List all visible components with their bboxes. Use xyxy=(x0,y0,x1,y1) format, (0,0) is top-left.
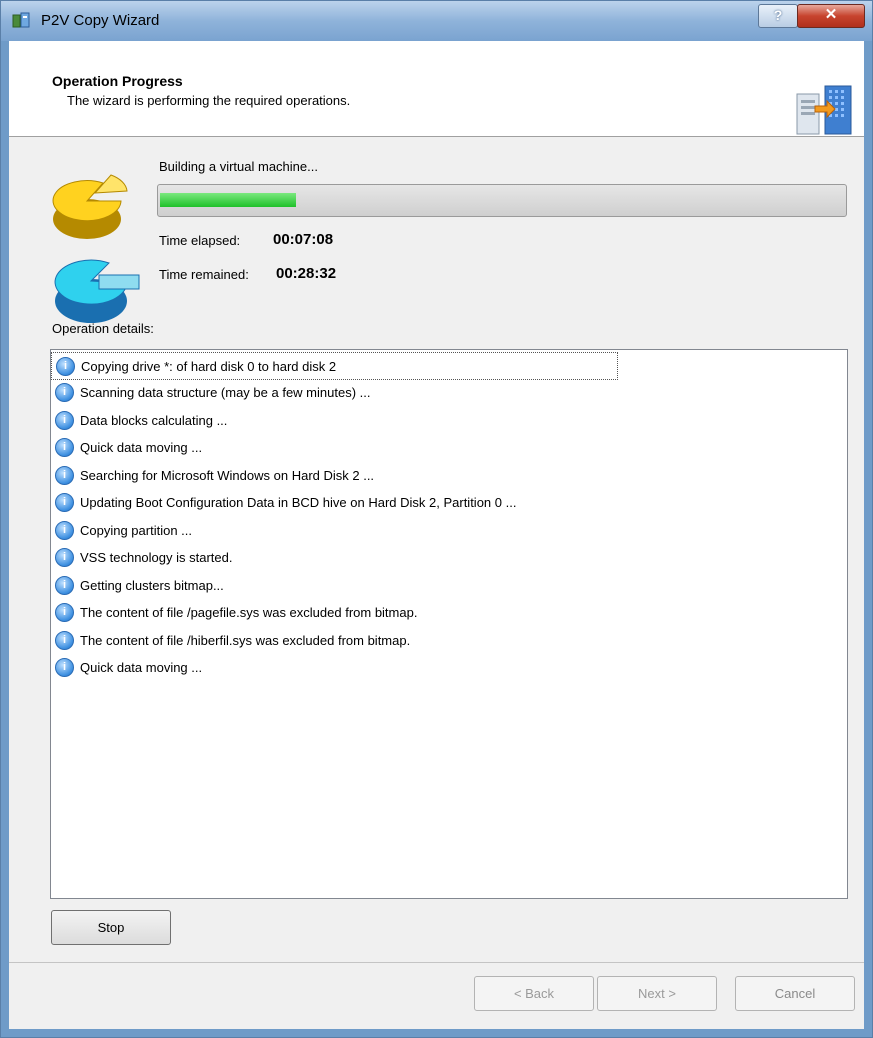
stop-button[interactable]: Stop xyxy=(51,910,171,945)
list-item-text: Updating Boot Configuration Data in BCD … xyxy=(80,495,517,510)
list-item-text: The content of file /hiberfil.sys was ex… xyxy=(80,632,411,648)
info-icon: i xyxy=(56,356,75,376)
info-icon: i xyxy=(55,493,74,512)
wizard-window: P2V Copy Wizard ? ✕ Operation Progress T… xyxy=(0,0,873,1038)
page-title: Operation Progress xyxy=(52,73,183,89)
list-item[interactable]: i Copying drive *: of hard disk 0 to hard… xyxy=(51,352,618,380)
list-item[interactable]: i Quick data moving ... xyxy=(51,655,202,681)
info-icon: i xyxy=(55,383,74,402)
time-remained-value: 00:28:32 xyxy=(276,265,337,282)
footer-divider xyxy=(9,962,864,963)
list-item-text: Quick data moving ... xyxy=(80,440,203,455)
progress-bar-fill xyxy=(160,193,296,207)
info-icon: i xyxy=(55,630,74,650)
list-item-text: Copying drive *: of hard disk 0 to hard … xyxy=(81,358,337,374)
list-item[interactable]: i Scanning data structure (may be a few m… xyxy=(51,380,370,406)
list-item[interactable]: i Searching for Microsoft Windows on Hard… xyxy=(51,462,374,488)
list-item-text: Quick data moving ... xyxy=(80,660,203,675)
operation-details-list[interactable]: i Copying drive *: of hard disk 0 to hard… xyxy=(50,349,848,899)
list-item-text: Scanning data structure (may be a few mi… xyxy=(80,385,371,400)
list-item-text: Data blocks calculating ... xyxy=(80,412,228,428)
list-item-text: Searching for Microsoft Windows on Hard … xyxy=(80,467,375,483)
time-elapsed-value: 00:07:08 xyxy=(273,231,334,248)
close-button[interactable]: ✕ xyxy=(797,4,865,28)
info-icon: i xyxy=(55,520,74,540)
cancel-button[interactable]: Cancel xyxy=(735,976,855,1011)
list-item[interactable]: i Data blocks calculating ... xyxy=(51,407,227,433)
operation-details-label: Operation details: xyxy=(52,321,154,336)
list-item[interactable]: i Quick data moving ... xyxy=(51,435,202,461)
list-item[interactable]: i Copying partition ... xyxy=(51,517,192,543)
list-item[interactable]: i The content of file /hiberfil.sys was e… xyxy=(51,627,410,653)
wizard-body: Operation Progress The wizard is perform… xyxy=(9,41,864,1029)
list-item-text: Copying partition ... xyxy=(80,522,193,538)
window-title: P2V Copy Wizard xyxy=(41,12,160,29)
list-item[interactable]: i Getting clusters bitmap... xyxy=(51,572,224,598)
list-item[interactable]: i Updating Boot Configuration Data in BCD… xyxy=(51,490,516,516)
info-icon: i xyxy=(55,548,74,567)
info-icon: i xyxy=(55,658,74,677)
list-item[interactable]: i The content of file /pagefile.sys was e… xyxy=(51,600,417,626)
list-item[interactable]: i VSS technology is started. xyxy=(51,545,232,571)
progress-status-text: Building a virtual machine... xyxy=(159,159,318,174)
page-subtitle: The wizard is performing the required op… xyxy=(67,93,351,108)
help-button[interactable]: ? xyxy=(758,4,798,28)
next-button[interactable]: Next > xyxy=(597,976,717,1011)
wizard-header: Operation Progress The wizard is perform… xyxy=(9,41,864,137)
time-elapsed-label: Time elapsed: xyxy=(159,233,241,248)
info-icon: i xyxy=(55,438,74,457)
server-migration-icon xyxy=(796,85,852,135)
progress-bar xyxy=(157,184,847,217)
info-icon: i xyxy=(55,575,74,595)
info-icon: i xyxy=(55,603,74,622)
info-icon: i xyxy=(55,410,74,430)
blue-pie-chart-icon xyxy=(54,259,140,323)
back-button[interactable]: < Back xyxy=(474,976,594,1011)
time-remained-label: Time remained: xyxy=(159,267,249,282)
list-item-text: Getting clusters bitmap... xyxy=(80,577,224,593)
info-icon: i xyxy=(55,465,74,485)
list-item-text: VSS technology is started. xyxy=(80,550,233,565)
p2v-wizard-icon xyxy=(12,12,30,28)
list-item-text: The content of file /pagefile.sys was ex… xyxy=(80,605,418,620)
title-bar[interactable]: P2V Copy Wizard ? ✕ xyxy=(1,1,872,41)
